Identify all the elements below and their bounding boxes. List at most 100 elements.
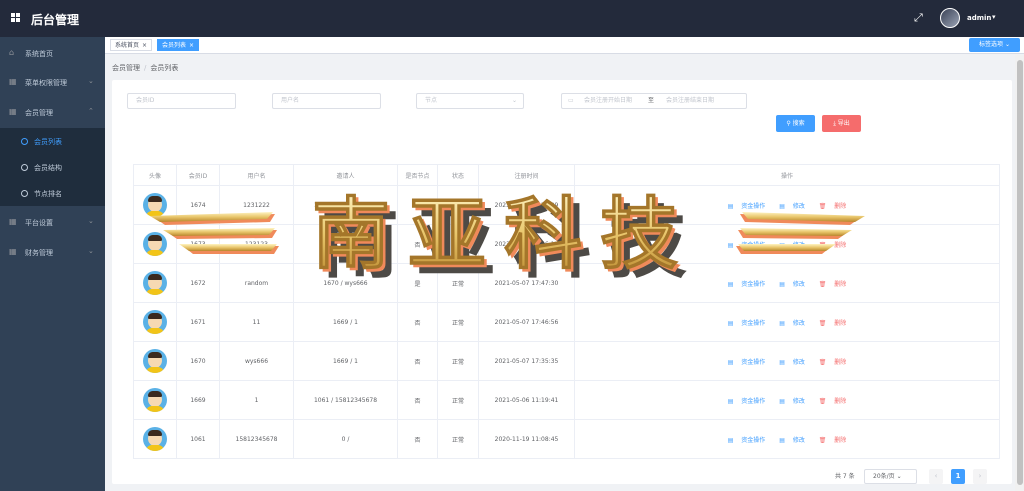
username-input[interactable]: 用户名 <box>272 93 381 109</box>
is-node-cell: 否 <box>397 302 438 342</box>
member-id-cell: 1670 <box>176 341 220 381</box>
date-end-input[interactable]: 会员注册结束日期 <box>666 94 714 108</box>
tab-member-list[interactable]: 会员列表 × <box>157 39 200 51</box>
avatar-cell <box>133 380 177 420</box>
user-dropdown-caret-icon[interactable]: ▾ <box>992 13 996 21</box>
content-card: 会员ID 用户名 节点 ⌄ ▭ 会员注册开始日期 至 会员注册结束日期 ⚲ 搜索 … <box>112 80 1012 484</box>
column-header: 状态 <box>437 164 479 186</box>
trash-icon: 🗑 <box>818 319 827 327</box>
scrollbar-thumb[interactable] <box>1017 60 1023 485</box>
edit-link[interactable]: ▤ 修改 <box>776 281 808 288</box>
page-number-button[interactable]: 1 <box>951 469 965 484</box>
inviter-cell: 1669 / 1 <box>293 341 398 381</box>
registered-time-cell: 2021-05-07 17:46:56 <box>478 302 575 342</box>
date-start-input[interactable]: 会员注册开始日期 <box>584 94 632 108</box>
delete-link[interactable]: 🗑 删除 <box>816 320 850 327</box>
document-icon: ▤ <box>727 319 734 327</box>
table-row: 1061 15812345678 0 /否正常 2020-11-19 11:08:45… <box>133 419 1000 459</box>
date-range-picker[interactable]: ▭ 会员注册开始日期 至 会员注册结束日期 <box>561 93 747 109</box>
breadcrumb-item: 会员列表 <box>150 64 179 72</box>
actions-cell: ▤ 资金操作 ▤ 修改 🗑 删除 <box>574 380 1000 420</box>
member-id-cell: 1671 <box>176 302 220 342</box>
actions-cell: ▤ 资金操作 ▤ 修改 🗑 删除 <box>574 341 1000 381</box>
document-icon: ▤ <box>727 397 734 405</box>
fund-operation-link[interactable]: ▤ 资金操作 <box>725 398 769 405</box>
sidebar-item-home[interactable]: ⌂ 系统首页 <box>0 40 105 66</box>
circle-icon <box>21 164 28 171</box>
sidebar-item-finance[interactable]: ▦ 财务管理 ⌄ <box>0 239 105 265</box>
breadcrumb-item[interactable]: 会员管理 <box>112 64 140 72</box>
username-cell: wys666 <box>219 341 294 381</box>
fund-operation-link[interactable]: ▤ 资金操作 <box>725 320 769 327</box>
tab-label: 会员列表 <box>162 42 187 49</box>
edit-link[interactable]: ▤ 修改 <box>776 437 808 444</box>
fullscreen-icon[interactable]: ⤢ <box>914 12 923 23</box>
tab-home[interactable]: 系统首页 × <box>110 39 153 51</box>
svg-text:南亚科技: 南亚科技 <box>312 190 696 280</box>
grid-icon: ▦ <box>9 77 17 86</box>
member-id-input[interactable]: 会员ID <box>127 93 236 109</box>
sidebar-item-label: 会员列表 <box>34 138 62 146</box>
table-header-row: 头像 会员ID 用户名 邀请人 是否节点 状态 注册时间 操作 <box>133 164 1000 186</box>
status-cell: 正常 <box>437 419 479 459</box>
member-avatar <box>143 349 167 373</box>
fund-operation-link[interactable]: ▤ 资金操作 <box>725 359 769 366</box>
fund-operation-link[interactable]: ▤ 资金操作 <box>725 281 769 288</box>
sidebar-item-member-structure[interactable]: 会员结构 <box>0 154 105 180</box>
trash-icon: 🗑 <box>818 436 827 444</box>
sidebar-item-label: 系统首页 <box>25 50 53 58</box>
app-title: 后台管理 <box>31 13 80 27</box>
prev-page-button[interactable]: ‹ <box>929 469 943 484</box>
edit-link[interactable]: ▤ 修改 <box>776 359 808 366</box>
username-cell: 11 <box>219 302 294 342</box>
search-button[interactable]: ⚲ 搜索 <box>776 115 815 132</box>
tab-options-button[interactable]: 标签选项 ⌄ <box>969 38 1020 52</box>
table-row: 1670 wys666 1669 / 1 否正常 2021-05-07 17:35:35… <box>133 341 1000 381</box>
export-button[interactable]: ⤓ 导出 <box>822 115 861 132</box>
avatar-cell <box>133 341 177 381</box>
grid-logo-icon <box>11 13 20 22</box>
delete-link[interactable]: 🗑 删除 <box>816 437 850 444</box>
trash-icon: 🗑 <box>818 358 827 366</box>
is-node-cell: 否 <box>397 380 438 420</box>
sidebar-item-node-ranking[interactable]: 节点排名 <box>0 180 105 206</box>
node-select[interactable]: 节点 ⌄ <box>416 93 524 109</box>
edit-icon: ▤ <box>779 436 785 444</box>
registered-time-cell: 2020-11-19 11:08:45 <box>478 419 575 459</box>
avatar-cell <box>133 302 177 342</box>
sidebar-item-member-management[interactable]: ▦ 会员管理 ⌃ <box>0 99 105 125</box>
chevron-down-icon: ⌄ <box>88 247 94 255</box>
avatar-cell <box>133 419 177 459</box>
status-cell: 正常 <box>437 302 479 342</box>
delete-link[interactable]: 🗑 删除 <box>816 398 850 405</box>
close-icon[interactable]: × <box>142 42 147 49</box>
watermark-logo: 南亚科技 南亚科技 南亚科技 <box>150 190 865 280</box>
sidebar-item-platform-settings[interactable]: ▦ 平台设置 ⌄ <box>0 209 105 235</box>
member-avatar <box>143 310 167 334</box>
page-size-select[interactable]: 20条/页 ⌄ <box>864 469 917 484</box>
edit-link[interactable]: ▤ 修改 <box>776 320 808 327</box>
delete-link[interactable]: 🗑 删除 <box>816 359 850 366</box>
delete-link[interactable]: 🗑 删除 <box>816 281 850 288</box>
sidebar-item-member-list[interactable]: 会员列表 <box>0 128 105 154</box>
fund-operation-link[interactable]: ▤ 资金操作 <box>725 437 769 444</box>
actions-cell: ▤ 资金操作 ▤ 修改 🗑 删除 <box>574 302 1000 342</box>
grid-icon: ▦ <box>9 107 17 116</box>
sidebar-item-label: 财务管理 <box>25 249 53 257</box>
sidebar-item-menu-permissions[interactable]: ▦ 菜单权限管理 ⌄ <box>0 69 105 95</box>
edit-icon: ▤ <box>779 280 785 288</box>
actions-cell: ▤ 资金操作 ▤ 修改 🗑 删除 <box>574 419 1000 459</box>
left-wing-icon <box>150 212 279 254</box>
download-icon: ⤓ <box>833 120 836 127</box>
user-avatar[interactable] <box>940 8 960 28</box>
user-name[interactable]: admin <box>967 14 991 22</box>
chevron-down-icon: ⌄ <box>88 217 94 225</box>
tab-label: 系统首页 <box>115 42 140 49</box>
column-header: 操作 <box>574 164 1000 186</box>
edit-link[interactable]: ▤ 修改 <box>776 398 808 405</box>
next-page-button[interactable]: › <box>973 469 987 484</box>
member-avatar <box>143 388 167 412</box>
column-header: 头像 <box>133 164 177 186</box>
close-icon[interactable]: × <box>189 42 194 49</box>
registered-time-cell: 2021-05-07 17:35:35 <box>478 341 575 381</box>
